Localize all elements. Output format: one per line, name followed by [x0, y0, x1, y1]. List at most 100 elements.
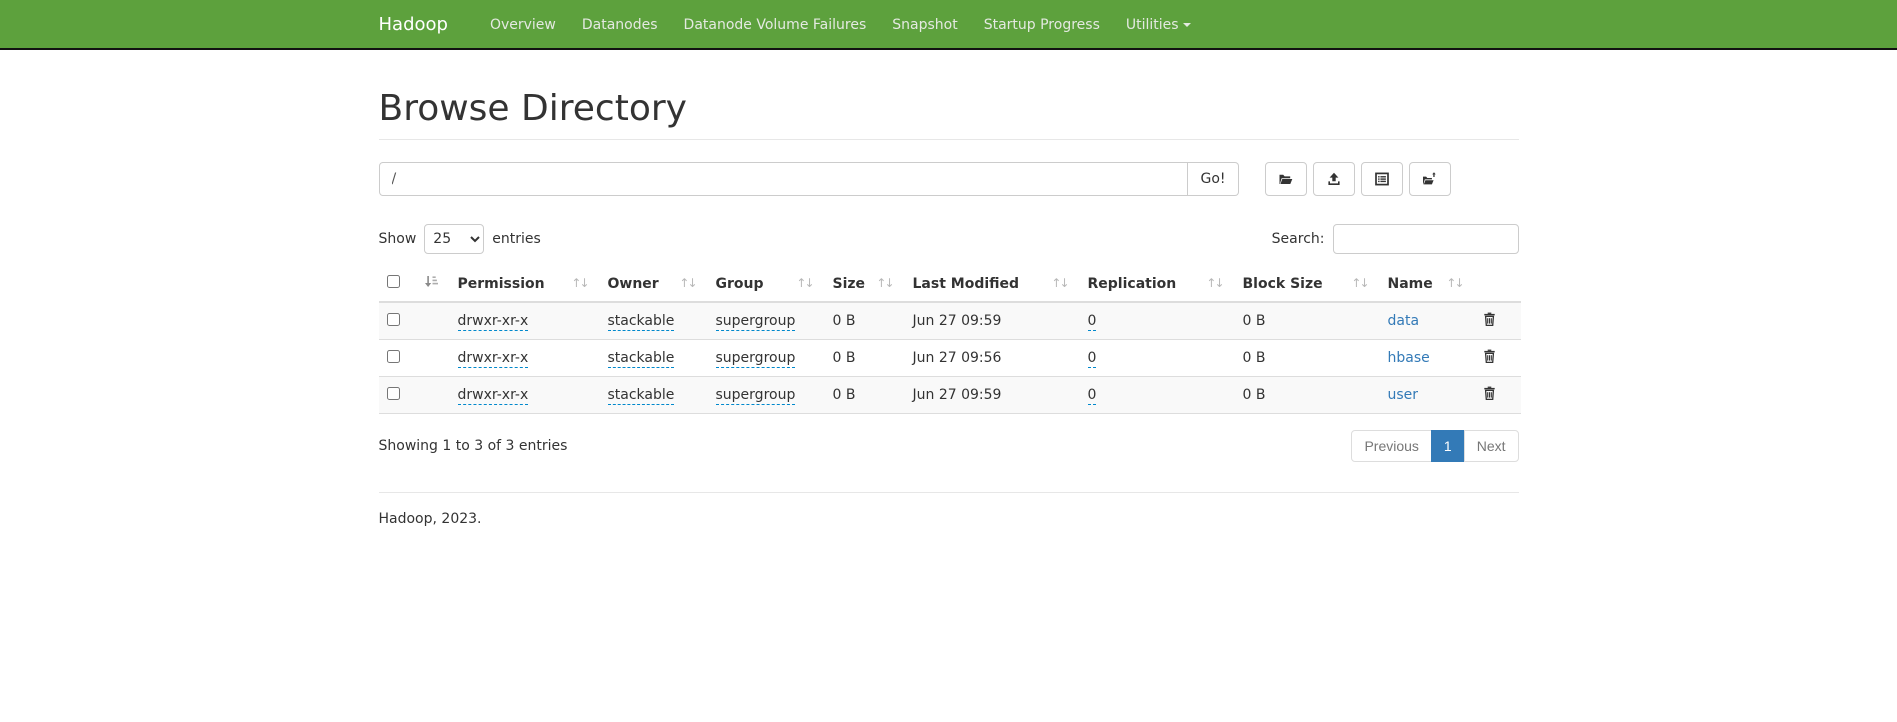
go-button[interactable]: Go! — [1188, 162, 1238, 196]
column-header-permission[interactable]: Permission ↑↓ — [450, 266, 600, 302]
select-all-header[interactable] — [379, 266, 450, 302]
nav-item-snapshot[interactable]: Snapshot — [879, 0, 970, 50]
divider — [379, 139, 1519, 140]
column-header-actions — [1475, 266, 1521, 302]
delete-button[interactable] — [1483, 386, 1496, 403]
last-modified-cell: Jun 27 09:59 — [913, 387, 1002, 403]
column-label: Name — [1388, 276, 1433, 292]
row-checkbox[interactable] — [387, 387, 400, 400]
divider — [379, 492, 1519, 493]
last-modified-cell: Jun 27 09:56 — [913, 350, 1002, 366]
permission-cell[interactable]: drwxr-xr-x — [458, 313, 529, 331]
search-label: Search: — [1272, 231, 1325, 247]
row-checkbox[interactable] — [387, 313, 400, 326]
delete-button[interactable] — [1483, 349, 1496, 366]
column-header-replication[interactable]: Replication ↑↓ — [1080, 266, 1235, 302]
pagination-previous[interactable]: Previous — [1351, 430, 1431, 462]
size-cell: 0 B — [833, 350, 856, 366]
column-label: Block Size — [1243, 276, 1323, 292]
path-bar: Go! — [379, 162, 1519, 196]
column-header-owner[interactable]: Owner ↑↓ — [600, 266, 708, 302]
row-checkbox[interactable] — [387, 350, 400, 363]
table-row: drwxr-xr-x stackable supergroup 0 B Jun … — [379, 340, 1521, 377]
owner-cell[interactable]: stackable — [608, 387, 675, 405]
replication-cell[interactable]: 0 — [1088, 313, 1097, 331]
navbar: Hadoop Overview Datanodes Datanode Volum… — [0, 0, 1897, 50]
explorer-toolbar — [1265, 162, 1451, 196]
folder-open-icon — [1278, 172, 1293, 186]
show-label: Show — [379, 231, 417, 247]
path-input[interactable] — [379, 162, 1189, 196]
sort-icon: ↑↓ — [571, 276, 587, 290]
footer-text: Hadoop, 2023. — [379, 511, 1519, 527]
sort-icon: ↑↓ — [796, 276, 812, 290]
pagination-page-1[interactable]: 1 — [1431, 430, 1465, 462]
search-input[interactable] — [1333, 224, 1519, 254]
entries-label: entries — [492, 231, 541, 247]
owner-cell[interactable]: stackable — [608, 350, 675, 368]
nav-item-utilities-dropdown[interactable]: Utilities — [1113, 0, 1204, 50]
size-cell: 0 B — [833, 387, 856, 403]
group-cell[interactable]: supergroup — [716, 313, 796, 331]
select-all-checkbox[interactable] — [387, 275, 400, 288]
replication-cell[interactable]: 0 — [1088, 387, 1097, 405]
block-size-cell: 0 B — [1243, 350, 1266, 366]
group-cell[interactable]: supergroup — [716, 387, 796, 405]
sort-icon: ↑↓ — [1206, 276, 1222, 290]
folder-open-button[interactable] — [1265, 162, 1307, 196]
page-size-select[interactable]: 25 — [424, 224, 484, 254]
column-header-last-modified[interactable]: Last Modified ↑↓ — [905, 266, 1080, 302]
sort-icon: ↑↓ — [1446, 276, 1462, 290]
column-header-name[interactable]: Name ↑↓ — [1380, 266, 1475, 302]
trash-icon — [1483, 351, 1496, 366]
block-size-cell: 0 B — [1243, 313, 1266, 329]
navbar-brand[interactable]: Hadoop — [379, 0, 463, 50]
group-cell[interactable]: supergroup — [716, 350, 796, 368]
delete-button[interactable] — [1483, 312, 1496, 329]
column-label: Owner — [608, 276, 659, 292]
directory-link[interactable]: hbase — [1388, 350, 1430, 366]
sort-icon: ↑↓ — [876, 276, 892, 290]
column-header-size[interactable]: Size ↑↓ — [825, 266, 905, 302]
page-title: Browse Directory — [379, 88, 1519, 129]
sort-icon: ↑↓ — [1351, 276, 1367, 290]
permission-cell[interactable]: drwxr-xr-x — [458, 387, 529, 405]
table-info: Showing 1 to 3 of 3 entries — [379, 438, 568, 454]
trash-icon — [1483, 388, 1496, 403]
nav-item-utilities-label: Utilities — [1126, 17, 1179, 33]
replication-cell[interactable]: 0 — [1088, 350, 1097, 368]
column-label: Group — [716, 276, 764, 292]
nav-item-startup-progress[interactable]: Startup Progress — [971, 0, 1113, 50]
column-header-group[interactable]: Group ↑↓ — [708, 266, 825, 302]
column-header-block-size[interactable]: Block Size ↑↓ — [1235, 266, 1380, 302]
chevron-down-icon — [1183, 23, 1191, 27]
nav-item-datanode-volume-failures[interactable]: Datanode Volume Failures — [671, 0, 880, 50]
block-size-cell: 0 B — [1243, 387, 1266, 403]
column-label: Last Modified — [913, 276, 1020, 292]
upload-button[interactable] — [1313, 162, 1355, 196]
table-header-row: Permission ↑↓ Owner ↑↓ Group ↑↓ Size ↑↓ … — [379, 266, 1521, 302]
list-alt-button[interactable] — [1361, 162, 1403, 196]
table-row: drwxr-xr-x stackable supergroup 0 B Jun … — [379, 377, 1521, 414]
list-alt-icon — [1375, 172, 1389, 186]
upload-icon — [1327, 172, 1341, 186]
pagination-next[interactable]: Next — [1464, 430, 1519, 462]
nav-item-datanodes[interactable]: Datanodes — [569, 0, 671, 50]
directory-link[interactable]: user — [1388, 387, 1419, 403]
column-label: Permission — [458, 276, 545, 292]
owner-cell[interactable]: stackable — [608, 313, 675, 331]
sort-icon: ↑↓ — [679, 276, 695, 290]
permission-cell[interactable]: drwxr-xr-x — [458, 350, 529, 368]
sort-ascending-icon — [424, 275, 438, 292]
directory-table: Permission ↑↓ Owner ↑↓ Group ↑↓ Size ↑↓ … — [379, 266, 1521, 414]
folder-arrow-icon — [1422, 172, 1437, 186]
directory-link[interactable]: data — [1388, 313, 1420, 329]
sort-icon: ↑↓ — [1051, 276, 1067, 290]
column-label: Size — [833, 276, 866, 292]
pagination: Previous 1 Next — [1351, 430, 1518, 462]
folder-arrow-button[interactable] — [1409, 162, 1451, 196]
table-row: drwxr-xr-x stackable supergroup 0 B Jun … — [379, 302, 1521, 340]
column-label: Replication — [1088, 276, 1177, 292]
trash-icon — [1483, 314, 1496, 329]
nav-item-overview[interactable]: Overview — [477, 0, 569, 50]
